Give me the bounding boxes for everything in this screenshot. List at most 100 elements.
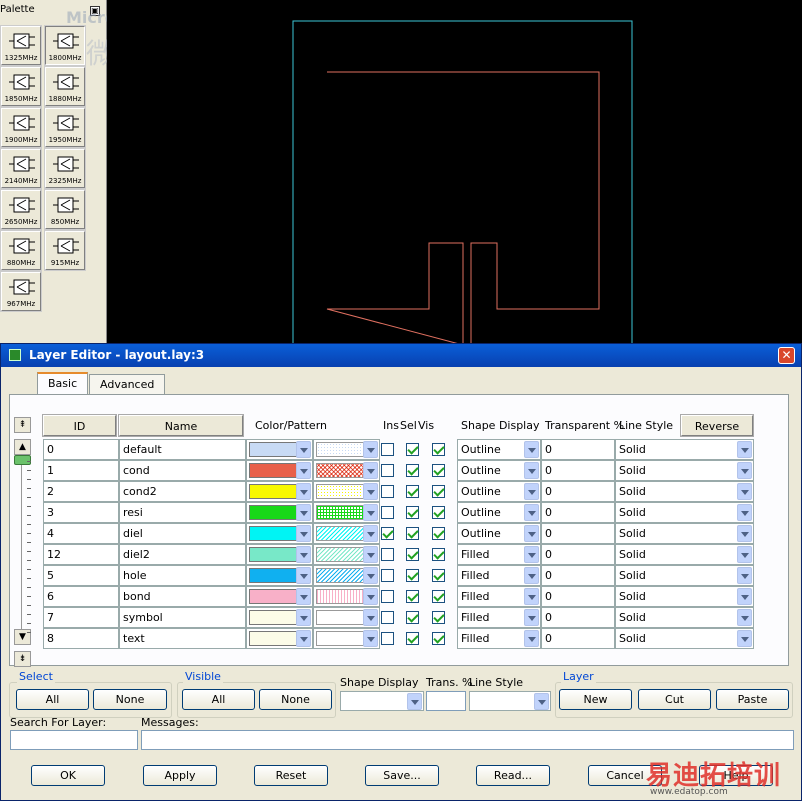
scroll-bottom-button[interactable]: ⇟ xyxy=(14,651,31,667)
sel-checkbox[interactable] xyxy=(406,548,419,561)
line-style-select[interactable]: Solid xyxy=(615,523,754,544)
sel-checkbox[interactable] xyxy=(406,506,419,519)
ins-checkbox[interactable] xyxy=(381,464,394,477)
line-style-select[interactable]: Solid xyxy=(615,544,754,565)
ins-checkbox[interactable] xyxy=(381,548,394,561)
line-style-select[interactable]: Solid xyxy=(615,502,754,523)
sel-checkbox[interactable] xyxy=(406,527,419,540)
layer-pattern-select[interactable] xyxy=(313,544,380,565)
shape-display-select[interactable]: Filled xyxy=(457,586,541,607)
table-row[interactable]: 4 diel Outline 0 Solid xyxy=(43,523,755,544)
layer-id-cell[interactable]: 6 xyxy=(43,586,119,607)
vis-checkbox[interactable] xyxy=(432,443,445,456)
palette-item[interactable]: 880MHz xyxy=(0,230,42,271)
scroll-track[interactable] xyxy=(21,457,25,637)
palette-item[interactable]: 967MHz xyxy=(0,271,42,312)
layer-cut-button[interactable]: Cut xyxy=(638,689,711,710)
scroll-up-button[interactable]: ▲ xyxy=(14,439,31,455)
layer-color-select[interactable] xyxy=(246,502,313,523)
ins-checkbox[interactable] xyxy=(381,527,394,540)
ok-button[interactable]: OK xyxy=(31,765,105,786)
transparent-input[interactable]: 0 xyxy=(541,439,615,460)
shape-display-select[interactable]: Filled xyxy=(457,565,541,586)
layer-color-select[interactable] xyxy=(246,565,313,586)
tab-basic[interactable]: Basic xyxy=(37,372,89,394)
transparent-input[interactable]: 0 xyxy=(541,586,615,607)
line-style-select[interactable]: Solid xyxy=(615,439,754,460)
table-row[interactable]: 0 default Outline 0 Solid xyxy=(43,439,755,460)
shape-display-select[interactable]: Filled xyxy=(457,607,541,628)
transparent-input[interactable]: 0 xyxy=(541,523,615,544)
tab-advanced[interactable]: Advanced xyxy=(89,374,166,394)
layout-canvas[interactable] xyxy=(107,0,802,345)
layer-id-cell[interactable]: 12 xyxy=(43,544,119,565)
transparent-input[interactable]: 0 xyxy=(541,481,615,502)
layer-name-cell[interactable]: cond xyxy=(119,460,246,481)
palette-item[interactable]: 1900MHz xyxy=(0,107,42,148)
table-row[interactable]: 7 symbol Filled 0 Solid xyxy=(43,607,755,628)
row-scroller[interactable]: ⇞ ▲ ▼ ⇟ xyxy=(14,417,32,672)
help-button[interactable]: Help xyxy=(699,765,773,786)
layer-pattern-select[interactable] xyxy=(313,607,380,628)
vis-checkbox[interactable] xyxy=(432,506,445,519)
layer-pattern-select[interactable] xyxy=(313,523,380,544)
transparent-input[interactable]: 0 xyxy=(541,502,615,523)
transparent-input[interactable]: 0 xyxy=(541,607,615,628)
layer-name-cell[interactable]: cond2 xyxy=(119,481,246,502)
save-button[interactable]: Save... xyxy=(365,765,439,786)
line-style-select[interactable]: Solid xyxy=(615,586,754,607)
layer-name-cell[interactable]: default xyxy=(119,439,246,460)
layer-pattern-select[interactable] xyxy=(313,628,380,649)
table-row[interactable]: 3 resi Outline 0 Solid xyxy=(43,502,755,523)
shape-display-select[interactable]: Outline xyxy=(457,481,541,502)
layer-id-cell[interactable]: 2 xyxy=(43,481,119,502)
trans-percent-input[interactable] xyxy=(426,691,466,711)
reverse-button[interactable]: Reverse xyxy=(680,414,754,437)
shape-display-select[interactable] xyxy=(340,691,424,711)
palette-item[interactable]: 1880MHz xyxy=(44,66,86,107)
visible-all-button[interactable]: All xyxy=(182,689,255,710)
transparent-input[interactable]: 0 xyxy=(541,460,615,481)
palette-menu-icon[interactable]: ▣ xyxy=(90,6,100,16)
line-style-select[interactable]: Solid xyxy=(615,628,754,649)
layer-pattern-select[interactable] xyxy=(313,586,380,607)
shape-display-select[interactable]: Filled xyxy=(457,628,541,649)
transparent-input[interactable]: 0 xyxy=(541,565,615,586)
line-style-select[interactable]: Solid xyxy=(615,481,754,502)
line-style-select[interactable]: Solid xyxy=(615,565,754,586)
vis-checkbox[interactable] xyxy=(432,527,445,540)
layer-pattern-select[interactable] xyxy=(313,502,380,523)
layer-id-cell[interactable]: 5 xyxy=(43,565,119,586)
shape-display-select[interactable]: Outline xyxy=(457,523,541,544)
column-header-name[interactable]: Name xyxy=(118,414,244,437)
layer-id-cell[interactable]: 7 xyxy=(43,607,119,628)
layer-color-select[interactable] xyxy=(246,607,313,628)
palette-item[interactable]: 1800MHz xyxy=(44,25,86,66)
ins-checkbox[interactable] xyxy=(381,485,394,498)
palette-item[interactable]: 850MHz xyxy=(44,189,86,230)
layer-color-select[interactable] xyxy=(246,586,313,607)
layer-color-select[interactable] xyxy=(246,628,313,649)
layer-pattern-select[interactable] xyxy=(313,481,380,502)
layer-new-button[interactable]: New xyxy=(559,689,632,710)
shape-display-select[interactable]: Outline xyxy=(457,439,541,460)
table-row[interactable]: 5 hole Filled 0 Solid xyxy=(43,565,755,586)
ins-checkbox[interactable] xyxy=(381,632,394,645)
vis-checkbox[interactable] xyxy=(432,632,445,645)
layer-id-cell[interactable]: 4 xyxy=(43,523,119,544)
apply-button[interactable]: Apply xyxy=(143,765,217,786)
layer-id-cell[interactable]: 1 xyxy=(43,460,119,481)
palette-item[interactable]: 915MHz xyxy=(44,230,86,271)
cancel-button[interactable]: Cancel xyxy=(588,765,662,786)
title-bar[interactable]: Layer Editor - layout.lay:3 ✕ xyxy=(1,344,801,367)
table-row[interactable]: 2 cond2 Outline 0 Solid xyxy=(43,481,755,502)
reset-button[interactable]: Reset xyxy=(254,765,328,786)
close-icon[interactable]: ✕ xyxy=(778,347,795,364)
palette-item[interactable]: 2650MHz xyxy=(0,189,42,230)
shape-display-select[interactable]: Filled xyxy=(457,544,541,565)
layer-name-cell[interactable]: symbol xyxy=(119,607,246,628)
layer-name-cell[interactable]: text xyxy=(119,628,246,649)
transparent-input[interactable]: 0 xyxy=(541,544,615,565)
sel-checkbox[interactable] xyxy=(406,590,419,603)
transparent-input[interactable]: 0 xyxy=(541,628,615,649)
